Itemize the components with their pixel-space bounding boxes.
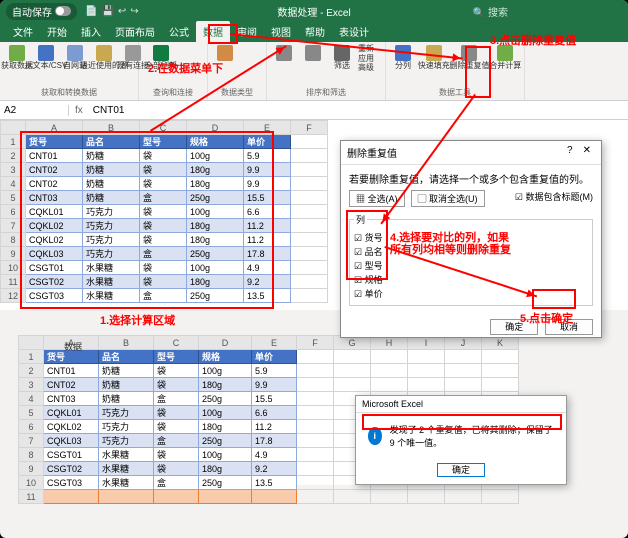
- from-csv-button[interactable]: 从文本/CSV: [33, 44, 59, 71]
- name-box[interactable]: A2: [0, 105, 69, 116]
- recent-sources-button[interactable]: 最近使用的源: [91, 44, 117, 71]
- close-icon[interactable]: ✕: [579, 145, 595, 156]
- quick-access-icons: 📄💾↩↪: [85, 6, 143, 17]
- msgbox-text: 发现了 2 个重复值，已将其删除；保留了 9 个唯一值。: [390, 423, 554, 449]
- dialog-desc: 若要删除重复值，请选择一个或多个包含重复值的列。: [349, 171, 593, 186]
- fx-icon[interactable]: fx: [69, 105, 89, 116]
- formula-bar: A2 fx CNT01: [0, 101, 628, 120]
- formula-value[interactable]: CNT01: [89, 105, 129, 116]
- unselect-all-button[interactable]: ▢ 取消全选(U): [411, 190, 485, 207]
- tab-formula[interactable]: 公式: [162, 21, 196, 42]
- tab-design[interactable]: 表设计: [332, 21, 376, 42]
- tab-home[interactable]: 开始: [40, 21, 74, 42]
- advanced-button[interactable]: 高级: [358, 63, 381, 73]
- title-bar: 自动保存 📄💾↩↪ 数据处理 - Excel 🔍 搜索: [0, 0, 628, 22]
- tab-insert[interactable]: 插入: [74, 21, 108, 42]
- lower-label: 数据: [64, 340, 82, 353]
- document-title: 数据处理 - Excel: [277, 4, 350, 19]
- msgbox-title: Microsoft Excel: [356, 396, 566, 413]
- ann-text-5: 5.点击确定: [520, 310, 573, 326]
- tab-data[interactable]: 数据: [196, 21, 230, 42]
- text-to-columns-button[interactable]: 分列: [390, 44, 416, 71]
- ann-text-1: 1.选择计算区域: [100, 312, 175, 328]
- ribbon: 获取数据 从文本/CSV 自网站 最近使用的源 现有连接 获取和转换数据 全部刷…: [0, 42, 628, 101]
- tab-review[interactable]: 审阅: [230, 21, 264, 42]
- group-get-data: 获取数据 从文本/CSV 自网站 最近使用的源 现有连接 获取和转换数据: [0, 42, 139, 100]
- tab-help[interactable]: 帮助: [298, 21, 332, 42]
- search-box[interactable]: 🔍 搜索: [473, 4, 508, 19]
- tab-file[interactable]: 文件: [6, 21, 40, 42]
- has-header-checkbox[interactable]: ☑ 数据包含标题(M): [515, 190, 593, 207]
- autosave-label: 自动保存: [12, 4, 52, 19]
- columns-fieldset: 列 ☑ 货号☑ 品名☑ 型号☑ 规格☑ 单价: [349, 213, 593, 306]
- ann-text-3: 3.点击删除重复值: [490, 32, 576, 48]
- autosave-toggle[interactable]: 自动保存: [6, 3, 77, 20]
- grid-upper[interactable]: ABCDEF 1货号品名型号规格单价2CNT01奶糖袋100g5.93CNT02…: [0, 120, 328, 303]
- message-box: Microsoft Excel i 发现了 2 个重复值，已将其删除；保留了 9 …: [355, 395, 567, 485]
- filter-button[interactable]: 筛选: [329, 44, 355, 71]
- sort-desc-button[interactable]: [300, 44, 326, 63]
- info-icon: i: [368, 427, 382, 445]
- help-icon[interactable]: ?: [567, 145, 573, 156]
- dialog-title: 删除重复值: [347, 145, 397, 160]
- ann-text-2: 2.在数据菜单下: [148, 60, 223, 76]
- toggle-switch-icon: [55, 6, 71, 16]
- col-checkbox[interactable]: ☑ 型号: [354, 259, 588, 272]
- msgbox-ok-button[interactable]: 确定: [437, 463, 485, 477]
- tab-layout[interactable]: 页面布局: [108, 21, 162, 42]
- ann-text-4: 4.选择要对比的列，如果所有列均相等则删除重复: [390, 232, 511, 256]
- consolidate-button[interactable]: 合并计算: [490, 44, 520, 71]
- col-checkbox[interactable]: ☑ 单价: [354, 287, 588, 300]
